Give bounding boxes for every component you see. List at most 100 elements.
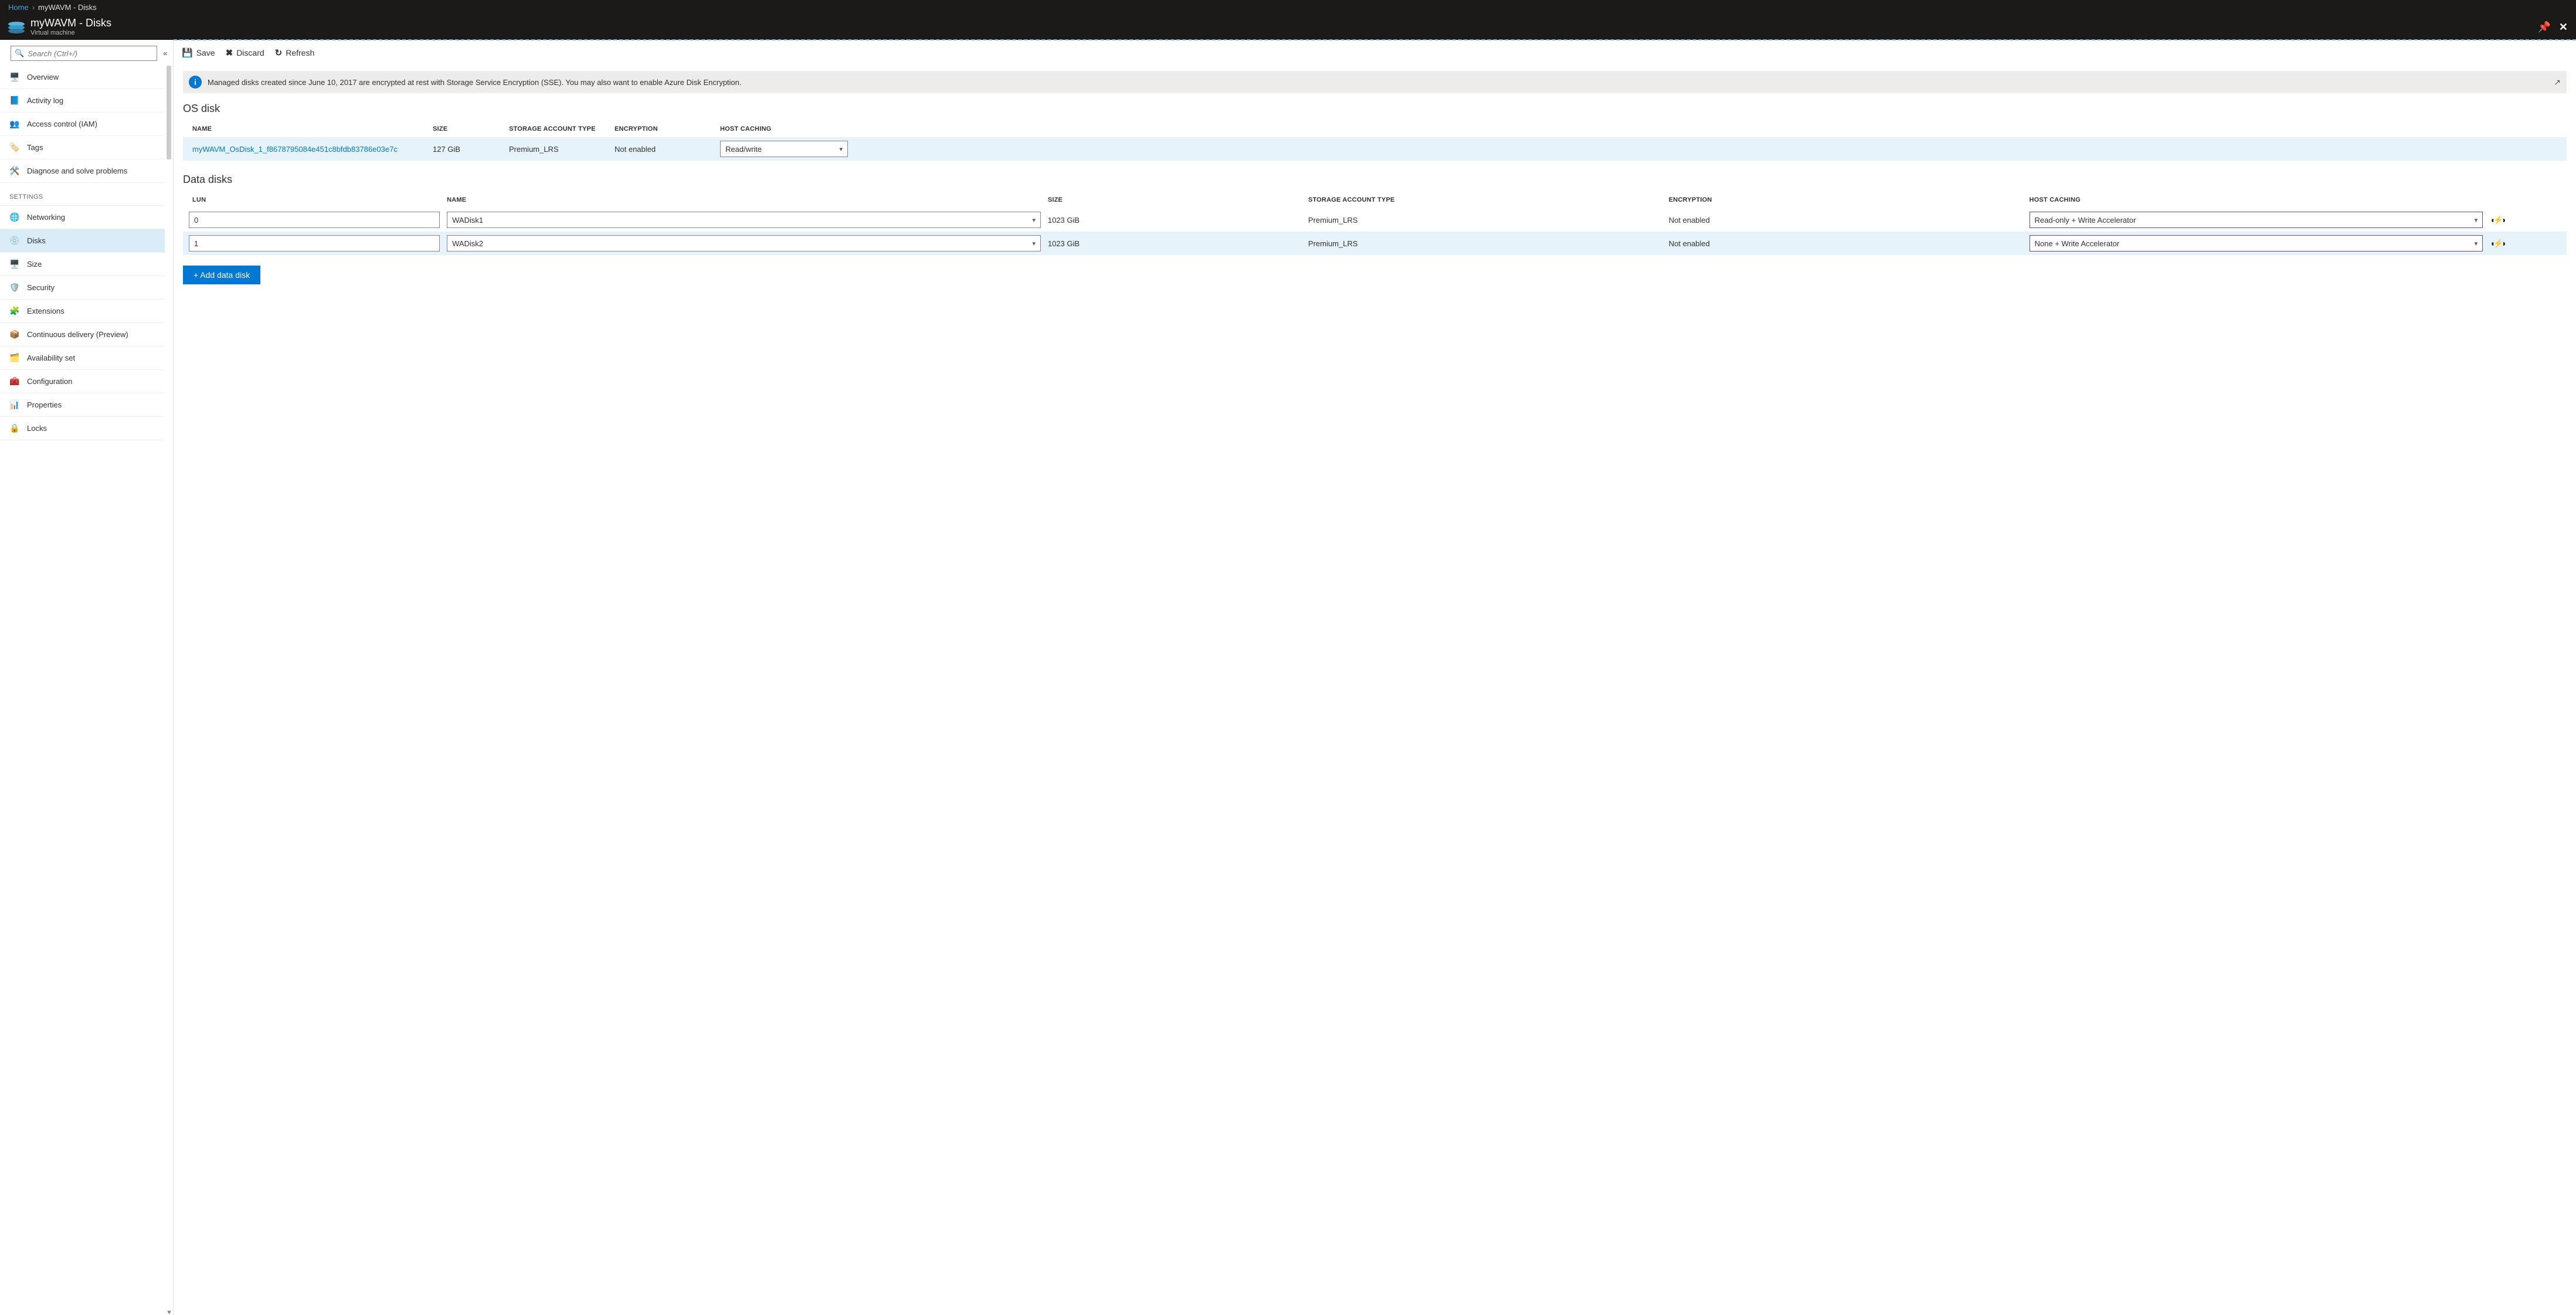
discard-label: Discard (236, 48, 264, 57)
host-caching-select[interactable]: Read-only + Write Accelerator ▾ (2029, 212, 2483, 228)
search-field[interactable] (28, 49, 153, 58)
write-accelerator-icon[interactable]: ◖⚡◗ (2490, 215, 2504, 225)
os-disk-enc: Not enabled (611, 137, 717, 161)
chevron-down-icon: ▾ (839, 145, 843, 153)
disk-sat: Premium_LRS (1305, 232, 1665, 255)
pipeline-icon: 📦 (9, 329, 20, 340)
os-disk-name-link[interactable]: myWAVM_OsDisk_1_f8678795084e451c8bfdb837… (192, 145, 398, 154)
sidebar-item-tags[interactable]: 🏷️Tags (0, 136, 165, 159)
tag-icon: 🏷️ (9, 142, 20, 153)
sidebar-item-label: Properties (27, 400, 62, 409)
info-text: Managed disks created since June 10, 201… (208, 78, 742, 87)
col-lun: LUN (183, 192, 443, 208)
write-accelerator-icon[interactable]: ◖⚡◗ (2490, 239, 2504, 248)
refresh-icon: ↻ (275, 47, 283, 58)
add-data-disk-button[interactable]: + Add data disk (183, 266, 260, 284)
extension-icon: 🧩 (9, 306, 20, 317)
col-size: SIZE (1044, 192, 1305, 208)
sidebar: 🔍 « ▲ 🖥️Overview 📘Activity log 👥Access c… (0, 40, 174, 1315)
shield-icon: 🛡️ (9, 283, 20, 293)
disk-name-select[interactable]: WADisk1 ▾ (447, 212, 1041, 228)
disk-enc: Not enabled (1665, 208, 2026, 232)
close-icon[interactable]: ✕ (2559, 21, 2568, 33)
discard-button[interactable]: ✖Discard (226, 47, 264, 58)
col-hc: HOST CACHING (2026, 192, 2487, 208)
main-panel: 💾Save ✖Discard ↻Refresh i Managed disks … (174, 39, 2576, 1315)
save-icon: 💾 (182, 47, 193, 58)
sidebar-item-configuration[interactable]: 🧰 Configuration (0, 370, 165, 393)
sidebar-item-label: Activity log (27, 96, 63, 105)
sidebar-item-label: Networking (27, 213, 65, 222)
lun-value: 0 (194, 216, 198, 225)
lun-input[interactable]: 1 (189, 235, 440, 252)
select-value: Read/write (725, 145, 762, 154)
save-button[interactable]: 💾Save (182, 47, 215, 58)
search-input[interactable]: 🔍 (11, 46, 157, 61)
pin-icon[interactable]: 📌 (2537, 21, 2550, 33)
col-enc: ENCRYPTION (1665, 192, 2026, 208)
sidebar-item-label: Locks (27, 424, 47, 433)
chevron-down-icon: ▾ (2475, 216, 2478, 224)
data-disks-heading: Data disks (183, 174, 2567, 186)
collapse-sidebar-icon[interactable]: « (163, 49, 167, 57)
disks-icon: 💿 (9, 236, 20, 246)
sidebar-item-networking[interactable]: 🌐 Networking (0, 206, 165, 229)
sidebar-item-security[interactable]: 🛡️ Security (0, 276, 165, 300)
config-icon: 🧰 (9, 376, 20, 387)
breadcrumb-home[interactable]: Home (8, 3, 29, 12)
size-icon: 🖥️ (9, 259, 20, 270)
data-disk-row: 1 WADisk2▾ 1023 GiB Premium_LRS Not enab… (183, 232, 2567, 255)
sidebar-item-continuous-delivery[interactable]: 📦 Continuous delivery (Preview) (0, 323, 165, 346)
disk-name-select[interactable]: WADisk2▾ (447, 235, 1041, 252)
sidebar-item-label: Continuous delivery (Preview) (27, 330, 128, 339)
data-disk-row: 0 WADisk1▾ 1023 GiB Premium_LRS Not enab… (183, 208, 2567, 232)
sidebar-item-diagnose[interactable]: 🛠️Diagnose and solve problems (0, 159, 165, 183)
breadcrumb-current: myWAVM - Disks (38, 3, 97, 12)
search-icon: 🔍 (15, 49, 24, 58)
page-title: myWAVM - Disks (30, 18, 111, 29)
sidebar-item-extensions[interactable]: 🧩Extensions (0, 300, 165, 323)
os-disk-host-caching-select[interactable]: Read/write ▾ (720, 141, 848, 157)
select-value: WADisk1 (452, 216, 483, 225)
os-disk-heading: OS disk (183, 103, 2567, 115)
lun-input[interactable]: 0 (189, 212, 440, 228)
col-hc: HOST CACHING (717, 121, 851, 137)
sidebar-item-activity-log[interactable]: 📘Activity log (0, 89, 165, 113)
iam-icon: 👥 (9, 119, 20, 130)
data-disks-table: LUN NAME SIZE STORAGE ACCOUNT TYPE ENCRY… (183, 192, 2567, 255)
discard-icon: ✖ (226, 47, 233, 58)
page-header: myWAVM - Disks Virtual machine 📌 ✕ (0, 14, 2576, 40)
info-banner: i Managed disks created since June 10, 2… (183, 71, 2567, 93)
sidebar-item-size[interactable]: 🖥️Size (0, 253, 165, 276)
col-size: SIZE (429, 121, 505, 137)
sidebar-item-properties[interactable]: 📊Properties (0, 393, 165, 417)
sidebar-item-disks[interactable]: 💿 Disks (0, 229, 165, 253)
os-disk-size: 127 GiB (429, 137, 505, 161)
disk-size: 1023 GiB (1044, 232, 1305, 255)
select-value: Read-only + Write Accelerator (2035, 216, 2136, 225)
chevron-down-icon: ▾ (1032, 216, 1036, 224)
sidebar-item-locks[interactable]: 🔒Locks (0, 417, 165, 440)
availability-icon: 🗂️ (9, 353, 20, 363)
col-sat: STORAGE ACCOUNT TYPE (1305, 192, 1665, 208)
sidebar-item-availability-set[interactable]: 🗂️Availability set (0, 346, 165, 370)
sidebar-item-label: Disks (27, 236, 46, 245)
refresh-button[interactable]: ↻Refresh (275, 47, 315, 58)
sidebar-item-label: Diagnose and solve problems (27, 167, 127, 175)
col-sat: STORAGE ACCOUNT TYPE (505, 121, 611, 137)
disk-size: 1023 GiB (1044, 208, 1305, 232)
external-link-icon[interactable]: ↗ (2554, 77, 2561, 87)
sidebar-section-settings: SETTINGS (0, 183, 165, 206)
sidebar-item-label: Configuration (27, 377, 72, 386)
network-icon: 🌐 (9, 212, 20, 223)
sidebar-item-overview[interactable]: 🖥️Overview (0, 66, 165, 89)
scrollbar-thumb[interactable] (167, 66, 171, 159)
host-caching-select[interactable]: None + Write Accelerator▾ (2029, 235, 2483, 252)
lun-value: 1 (194, 239, 198, 248)
sidebar-item-access-control[interactable]: 👥 Access control (IAM) (0, 113, 165, 136)
sidebar-item-label: Overview (27, 73, 59, 81)
info-icon: i (189, 76, 202, 89)
sidebar-item-label: Security (27, 283, 55, 292)
sidebar-item-label: Access control (IAM) (27, 120, 97, 128)
scroll-down-icon[interactable]: ▼ (166, 1309, 172, 1315)
